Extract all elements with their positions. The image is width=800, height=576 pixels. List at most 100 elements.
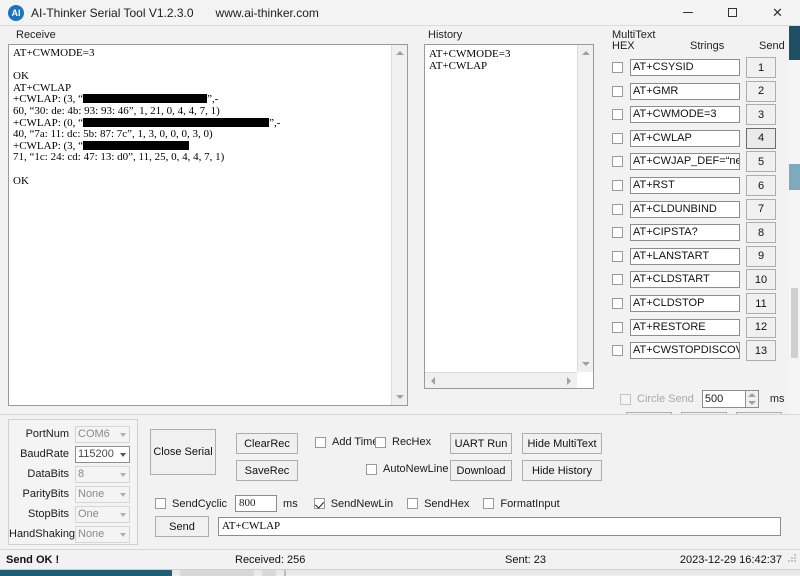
multitext-hex-checkbox[interactable]	[612, 180, 623, 191]
multitext-command-input[interactable]: AT+RST	[630, 177, 740, 194]
multitext-send-button[interactable]: 7	[746, 198, 776, 220]
scroll-left-icon[interactable]	[425, 373, 441, 388]
scrollbar-track-thumb[interactable]	[791, 288, 798, 358]
maximize-button[interactable]	[710, 0, 755, 26]
multitext-hex-checkbox[interactable]	[612, 203, 623, 215]
multitext-scrollbar[interactable]	[789, 26, 800, 414]
multitext-hex-checkbox[interactable]	[612, 227, 623, 239]
history-vertical-scrollbar[interactable]	[577, 45, 593, 372]
resize-grip-icon[interactable]	[788, 554, 796, 562]
serial-setting-select[interactable]: COM6	[75, 425, 130, 443]
rec-hex-label: RecHex	[392, 436, 432, 448]
multitext-send-button[interactable]: 12	[746, 316, 776, 338]
serial-setting-select[interactable]: One	[75, 505, 130, 523]
multitext-send-button[interactable]: 5	[746, 151, 776, 173]
taskbar-item-1[interactable]	[180, 570, 254, 576]
multitext-hex-checkbox[interactable]	[612, 345, 623, 357]
minimize-button[interactable]	[665, 0, 710, 26]
multitext-send-button[interactable]: 8	[746, 222, 776, 244]
scrollbar-thumb[interactable]	[789, 26, 800, 60]
multitext-command-input[interactable]: AT+CWLAP	[630, 129, 740, 147]
multitext-command-input[interactable]: AT+CWJAP_DEF=“newifi_	[630, 153, 740, 171]
send-cyclic-checkbox[interactable]	[155, 498, 166, 509]
chevron-down-icon	[120, 452, 126, 457]
rec-hex-checkbox-row[interactable]: RecHex	[375, 436, 431, 448]
multitext-command-input[interactable]: AT+CLDUNBIND	[630, 200, 740, 218]
receive-vertical-scrollbar[interactable]	[391, 45, 407, 405]
receive-panel[interactable]: AT+CWMODE=3 OK AT+CWLAP +CWLAP: (3, “”,- 60…	[8, 44, 408, 406]
send-input[interactable]: AT+CWLAP	[218, 517, 781, 536]
uart-run-button[interactable]: UART Run	[450, 433, 512, 454]
multitext-send-button[interactable]: 3	[746, 104, 776, 126]
multitext-hex-checkbox[interactable]	[612, 321, 623, 333]
multitext-hex-checkbox[interactable]	[612, 298, 623, 309]
multitext-hex-checkbox[interactable]	[612, 132, 623, 144]
circle-send-unit: ms	[769, 393, 785, 405]
send-cyclic-interval-input[interactable]: 800	[235, 495, 278, 512]
serial-setting-select[interactable]: None	[75, 525, 130, 543]
multitext-command-input[interactable]: AT+CWMODE=3	[630, 106, 740, 124]
multitext-send-button[interactable]: 1	[746, 57, 776, 78]
multitext-send-button[interactable]: 2	[746, 80, 776, 102]
add-time-checkbox[interactable]	[315, 436, 326, 448]
multitext-send-button[interactable]: 13	[746, 340, 776, 362]
send-button[interactable]: Send	[155, 516, 209, 537]
download-button[interactable]: Download	[450, 460, 512, 481]
clear-rec-button[interactable]: ClearRec	[236, 433, 298, 454]
hide-history-button[interactable]: Hide History	[522, 460, 602, 481]
receive-line-text: ”,-	[269, 116, 281, 129]
spinner-down-icon[interactable]	[747, 401, 756, 405]
circle-send-interval-input[interactable]: 500	[701, 390, 759, 408]
multitext-send-button[interactable]: 9	[746, 245, 776, 267]
send-hex-checkbox[interactable]	[407, 498, 419, 509]
column-header-strings: Strings	[690, 40, 725, 52]
multitext-send-button[interactable]: 11	[746, 293, 776, 314]
scroll-down-icon[interactable]	[392, 389, 407, 405]
history-panel[interactable]: AT+CWMODE=3 AT+CWLAP	[424, 44, 594, 389]
multitext-hex-checkbox[interactable]	[612, 156, 623, 168]
multitext-command-input[interactable]: AT+CLDSTART	[630, 271, 740, 289]
taskbar-item-2[interactable]	[262, 570, 276, 576]
multitext-hex-checkbox[interactable]	[612, 274, 623, 286]
scroll-up-icon[interactable]	[392, 45, 407, 61]
rec-hex-checkbox[interactable]	[375, 436, 386, 448]
auto-newline-checkbox[interactable]	[366, 463, 377, 475]
auto-newline-checkbox-row[interactable]: AutoNewLine	[366, 463, 448, 475]
serial-setting-select[interactable]: 8	[75, 465, 130, 483]
multitext-send-button[interactable]: 4	[746, 127, 776, 149]
multitext-command-input[interactable]: AT+GMR	[630, 82, 740, 100]
close-serial-button[interactable]: Close Serial	[150, 429, 216, 475]
receive-line-text: +CWLAP: (0, “	[13, 116, 84, 129]
scroll-right-icon[interactable]	[561, 373, 577, 388]
save-rec-button[interactable]: SaveRec	[236, 460, 298, 481]
multitext-command-input[interactable]: AT+CLDSTOP	[630, 295, 740, 312]
spinner-up-icon[interactable]	[747, 393, 756, 397]
history-text[interactable]: AT+CWMODE=3 AT+CWLAP	[425, 45, 577, 355]
multitext-command-input[interactable]: AT+CWSTOPDISCOVER	[630, 342, 740, 360]
serial-setting-select[interactable]: None	[75, 485, 130, 503]
send-newline-checkbox[interactable]	[313, 498, 325, 509]
multitext-command-input[interactable]: AT+LANSTART	[630, 247, 740, 265]
scroll-down-icon[interactable]	[578, 356, 593, 372]
circle-send-spinner[interactable]	[744, 390, 759, 408]
close-button[interactable]: ✕	[755, 0, 800, 26]
multitext-hex-checkbox[interactable]	[612, 62, 623, 73]
multitext-command-input[interactable]: AT+RESTORE	[630, 318, 740, 336]
serial-setting-select[interactable]: 115200	[75, 445, 130, 463]
multitext-send-button[interactable]: 10	[746, 269, 776, 291]
circle-send-checkbox[interactable]	[620, 393, 631, 405]
history-horizontal-scrollbar[interactable]	[425, 372, 577, 388]
format-input-label: FormatInput	[500, 497, 560, 510]
multitext-hex-checkbox[interactable]	[612, 109, 623, 121]
receive-text[interactable]: AT+CWMODE=3 OK AT+CWLAP +CWLAP: (3, “”,- 60…	[9, 45, 392, 405]
hide-multitext-button[interactable]: Hide MultiText	[522, 433, 602, 454]
scroll-up-icon[interactable]	[578, 45, 593, 61]
format-input-checkbox[interactable]	[483, 498, 495, 509]
taskbar-active-app[interactable]	[0, 570, 172, 576]
add-time-checkbox-row[interactable]: Add Time	[315, 436, 378, 448]
multitext-command-input[interactable]: AT+CSYSID	[630, 59, 740, 76]
multitext-hex-checkbox[interactable]	[612, 85, 623, 97]
multitext-hex-checkbox[interactable]	[612, 250, 623, 262]
multitext-send-button[interactable]: 6	[746, 175, 776, 196]
multitext-command-input[interactable]: AT+CIPSTA?	[630, 224, 740, 242]
